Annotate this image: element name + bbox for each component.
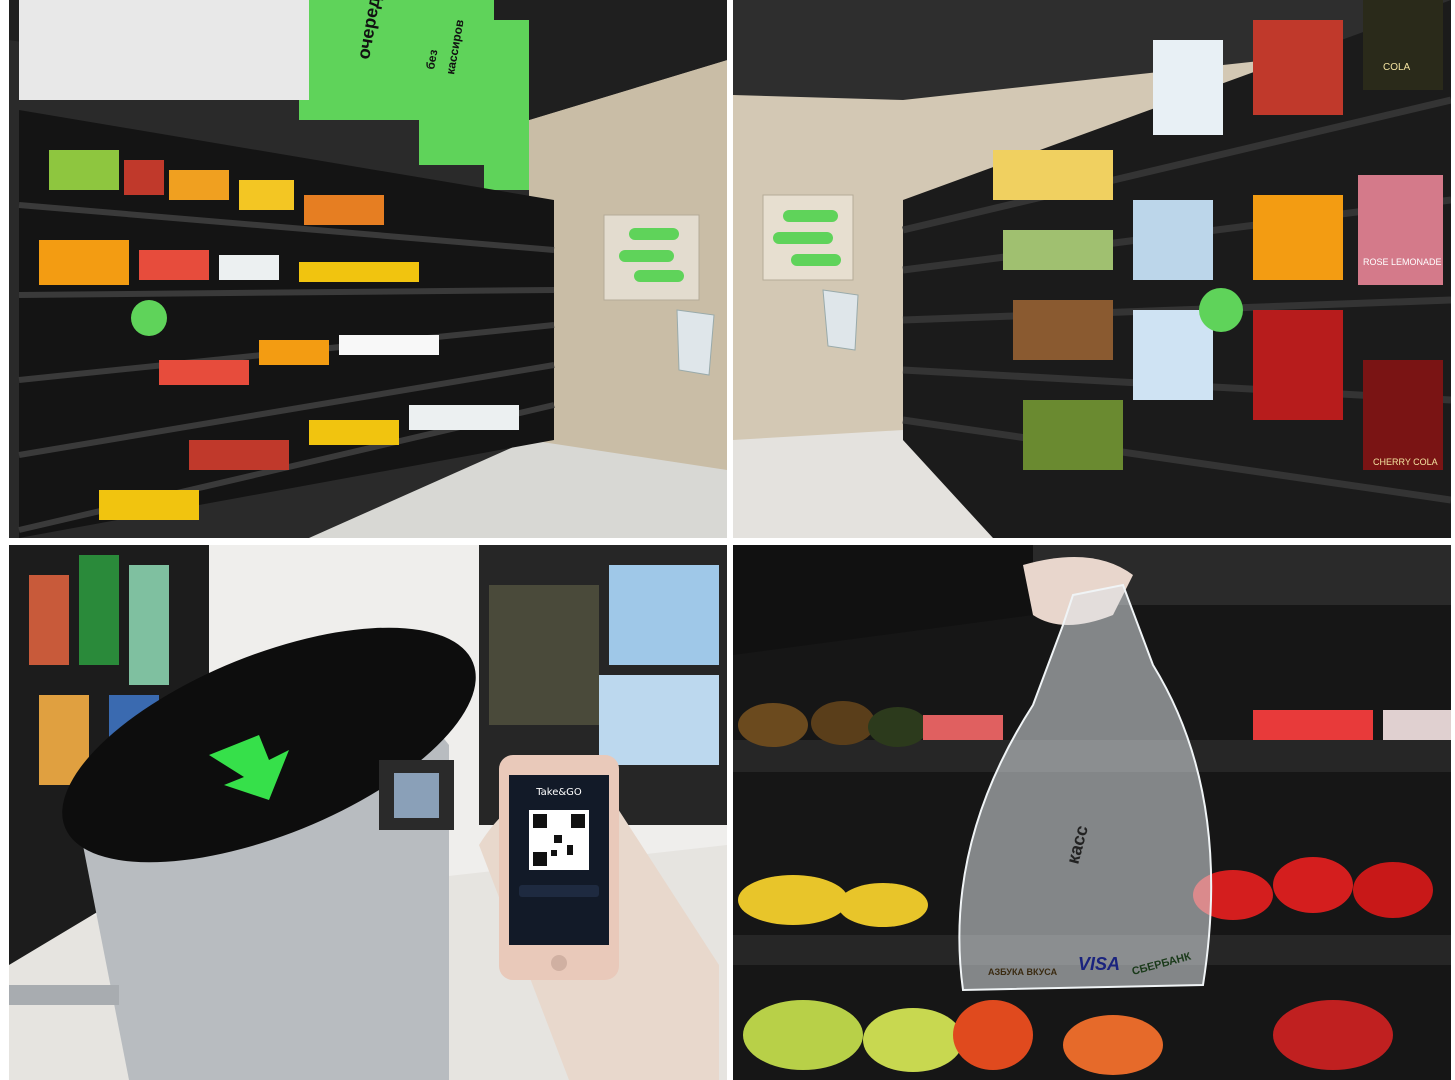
beverage-aisle-image: COLA ROSE LEMONADE CHERRY COLA: [733, 0, 1451, 538]
store-fridge-aisle-image: очередей без кассиров: [9, 0, 727, 538]
green-sign-3: [484, 20, 529, 190]
bag-dispenser: [676, 309, 715, 376]
photo-top-left: очередей без кассиров: [9, 0, 727, 538]
bottle-label-2: ROSE LEMONADE: [1363, 257, 1442, 267]
photo-bottom-left: Take&GO: [9, 545, 727, 1080]
phone-app-title: Take&GO: [535, 787, 582, 798]
photo-top-right: COLA ROSE LEMONADE CHERRY COLA: [733, 0, 1451, 538]
turnstile-qr-image: Take&GO: [9, 545, 727, 1080]
bag-text-visa: VISA: [1078, 954, 1120, 974]
bottle-label-3: CHERRY COLA: [1373, 457, 1438, 467]
bag-produce-image: касс VISA АЗБУКА ВКУСА СБЕРБАНК: [733, 545, 1451, 1080]
photo-bottom-right: касс VISA АЗБУКА ВКУСА СБЕРБАНК: [733, 545, 1451, 1080]
bag-text-azbuka: АЗБУКА ВКУСА: [988, 967, 1058, 977]
bottle-label-1: COLA: [1383, 62, 1411, 73]
